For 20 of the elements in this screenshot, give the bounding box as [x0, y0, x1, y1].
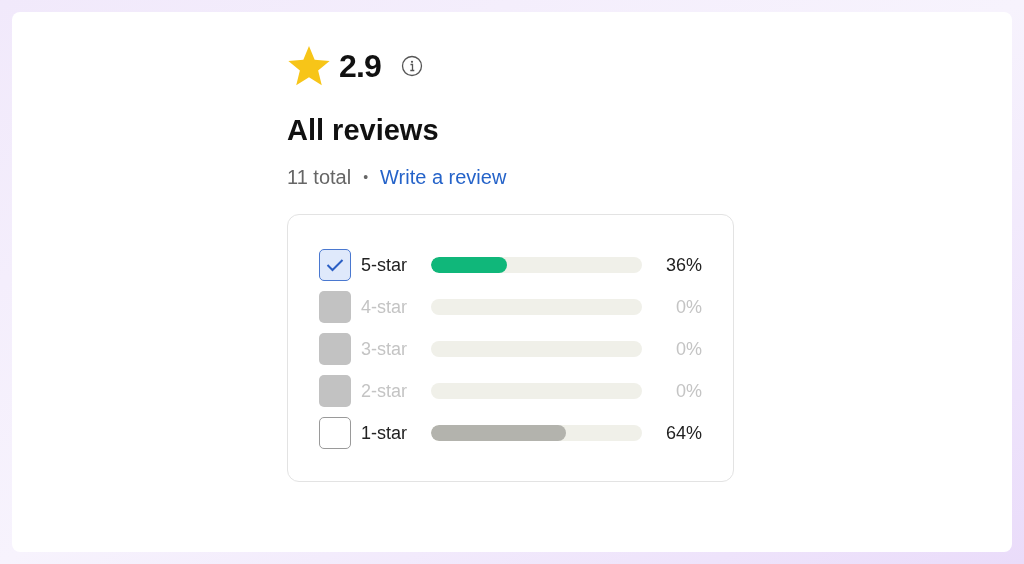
- checkbox[interactable]: [319, 249, 351, 282]
- star-filter-label: 3-star: [361, 337, 408, 361]
- rating-value: 2.9: [339, 47, 382, 86]
- write-review-link[interactable]: Write a review: [380, 162, 507, 193]
- checkmark-icon: [326, 258, 344, 273]
- percentage: 64%: [665, 421, 702, 445]
- checkbox[interactable]: [319, 417, 351, 450]
- star-filter-label: 4-star: [361, 295, 408, 319]
- star-filter-label: 1-star: [361, 421, 408, 445]
- star-icon: [287, 45, 331, 87]
- star-filter-label: 2-star: [361, 379, 408, 403]
- total-count: 11 total: [287, 165, 352, 191]
- percentage: 0%: [676, 379, 702, 403]
- info-icon[interactable]: [401, 55, 424, 77]
- star-filter-label: 5-star: [361, 253, 408, 277]
- percentage: 0%: [676, 295, 702, 319]
- percentage: 0%: [676, 337, 702, 361]
- separator-dot: •: [362, 167, 370, 187]
- reviews-heading: All reviews: [287, 113, 440, 148]
- percentage: 36%: [665, 253, 702, 277]
